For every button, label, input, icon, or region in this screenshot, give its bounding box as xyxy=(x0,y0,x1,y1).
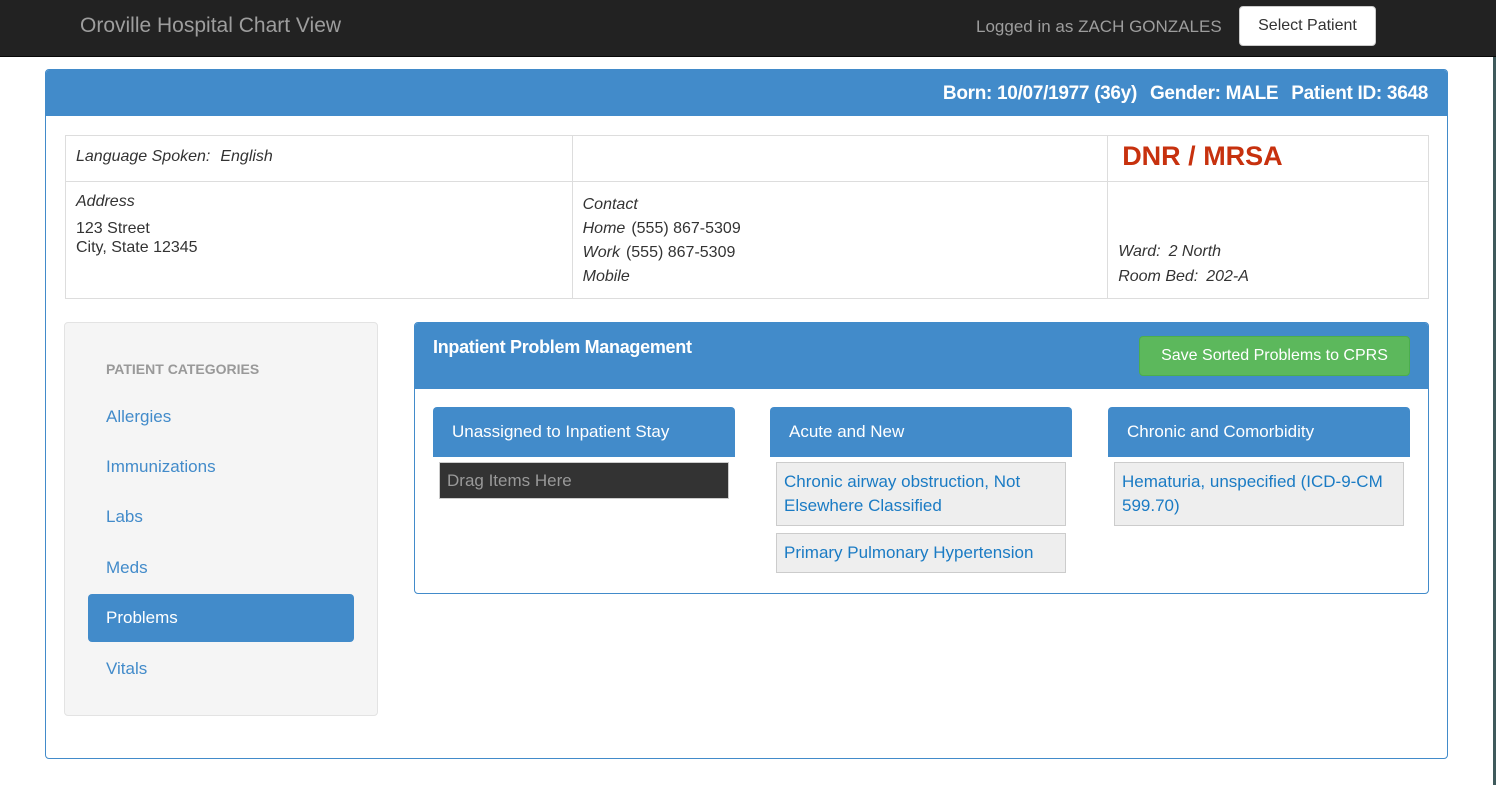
problem-item[interactable]: Chronic airway obstruction, Not Elsewher… xyxy=(776,462,1066,526)
top-navbar: Oroville Hospital Chart View Logged in a… xyxy=(0,0,1496,57)
language-cell: Language Spoken: English xyxy=(65,135,573,182)
ward-label: Ward: xyxy=(1118,243,1161,260)
sidebar-header: PATIENT CATEGORIES xyxy=(106,361,260,377)
select-patient-button[interactable]: Select Patient xyxy=(1239,6,1376,46)
contact-cell: Contact Home (555) 867-5309 Work (555) 867… xyxy=(571,181,1109,299)
patient-demographics: Born: 10/07/1977 (36y) Gender: MALE Pati… xyxy=(943,83,1428,105)
sidebar-item-immunizations[interactable]: Immunizations xyxy=(88,443,354,491)
address-cell: Address 123 Street City, State 12345 xyxy=(65,181,573,299)
sidebar-item-allergies[interactable]: Allergies xyxy=(88,393,354,441)
sidebar-item-labs[interactable]: Labs xyxy=(88,493,354,541)
drop-zone[interactable]: Hematuria, unspecified (ICD-9-CM 599.70) xyxy=(1114,462,1404,526)
patient-demographics-bar: Born: 10/07/1977 (36y) Gender: MALE Pati… xyxy=(46,70,1447,116)
ward-value: 2 North xyxy=(1168,243,1222,260)
logged-in-user: Logged in as ZACH GONZALES xyxy=(976,17,1222,36)
column-acute-new: Acute and New Chronic airway obstruction… xyxy=(770,407,1072,580)
language-label: Language Spoken: xyxy=(76,148,211,165)
address-line1: 123 Street xyxy=(76,220,150,237)
app-brand[interactable]: Oroville Hospital Chart View xyxy=(80,14,341,38)
dnr-mrsa-alert: DNR / MRSA xyxy=(1122,141,1283,171)
patient-info-table: Language Spoken: English DNR / MRSA Addre… xyxy=(65,135,1429,299)
gender: Gender: MALE xyxy=(1149,83,1279,104)
born-date: Born: 10/07/1977 (36y) xyxy=(942,83,1137,104)
problem-item[interactable]: Hematuria, unspecified (ICD-9-CM 599.70) xyxy=(1114,462,1404,526)
column-header: Acute and New xyxy=(770,407,1072,457)
language-value: English xyxy=(220,148,273,165)
room-value: 202-A xyxy=(1206,268,1249,285)
column-chronic-comorbidity: Chronic and Comorbidity Hematuria, unspe… xyxy=(1108,407,1410,533)
problem-management-heading: Inpatient Problem Management Save Sorted… xyxy=(415,323,1428,389)
column-unassigned: Unassigned to Inpatient Stay Drag Items … xyxy=(433,407,735,499)
problem-item[interactable]: Primary Pulmonary Hypertension xyxy=(776,533,1066,573)
home-phone: (555) 867-5309 xyxy=(631,220,741,237)
contact-label: Contact xyxy=(582,196,638,213)
sidebar-item-problems[interactable]: Problems xyxy=(88,594,354,642)
sidebar-item-meds[interactable]: Meds xyxy=(88,544,354,592)
alert-cell: DNR / MRSA xyxy=(1107,135,1429,182)
home-label: Home xyxy=(582,220,626,237)
location-cell: Ward: 2 North Room Bed: 202-A xyxy=(1107,181,1429,299)
address-label: Address xyxy=(76,193,135,210)
patient-categories-sidebar: PATIENT CATEGORIES Allergies Immunizatio… xyxy=(64,322,378,716)
work-label: Work xyxy=(582,244,620,261)
room-label: Room Bed: xyxy=(1118,268,1199,285)
problem-management-title: Inpatient Problem Management xyxy=(433,337,692,357)
sidebar-item-vitals[interactable]: Vitals xyxy=(88,645,354,693)
work-phone: (555) 867-5309 xyxy=(625,244,736,261)
drag-placeholder[interactable]: Drag Items Here xyxy=(439,462,729,499)
column-header: Unassigned to Inpatient Stay xyxy=(433,407,735,457)
drop-zone[interactable]: Drag Items Here xyxy=(439,462,729,499)
column-header: Chronic and Comorbidity xyxy=(1108,407,1410,457)
save-to-cprs-button[interactable]: Save Sorted Problems to CPRS xyxy=(1139,336,1410,376)
patient-id: Patient ID: 3648 xyxy=(1291,83,1428,104)
mobile-label: Mobile xyxy=(582,268,630,285)
address-line2: City, State 12345 xyxy=(76,239,198,256)
empty-cell xyxy=(571,135,1109,182)
problem-management-panel: Inpatient Problem Management Save Sorted… xyxy=(414,322,1429,594)
drop-zone[interactable]: Chronic airway obstruction, Not Elsewher… xyxy=(776,462,1066,573)
